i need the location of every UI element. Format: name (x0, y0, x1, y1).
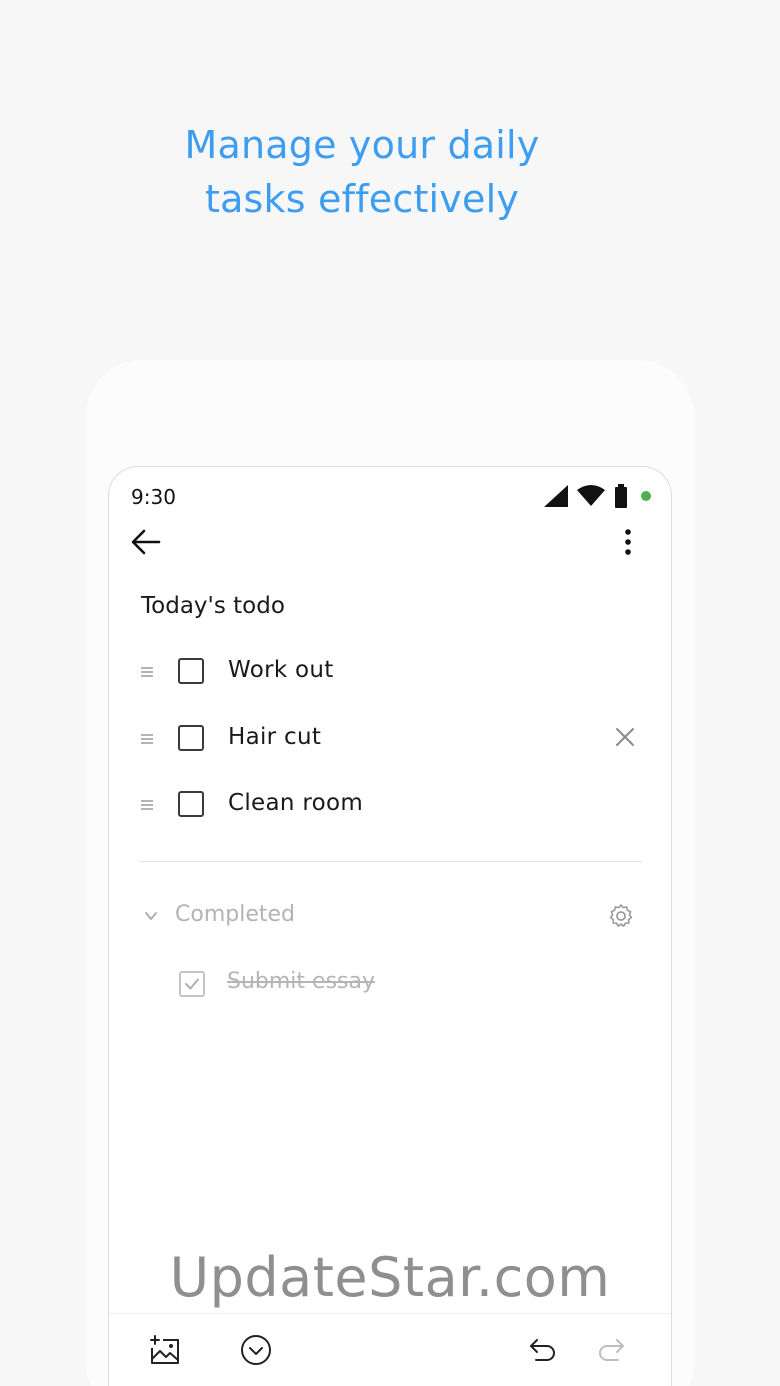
note-title[interactable]: Today's todo (141, 593, 285, 619)
divider (140, 861, 642, 862)
todo-checkbox[interactable] (178, 791, 204, 817)
completed-section-header[interactable]: Completed (109, 897, 671, 937)
checklist-circle-icon (241, 1335, 271, 1365)
more-vertical-icon (624, 529, 632, 559)
drag-handle-icon[interactable] (140, 664, 154, 678)
todo-label[interactable]: Clean room (228, 790, 363, 816)
completed-checkbox[interactable] (179, 971, 205, 997)
checklist-button[interactable] (238, 1332, 274, 1368)
todo-checkbox[interactable] (178, 725, 204, 751)
status-bar: 9:30 (109, 467, 671, 525)
more-options-button[interactable] (611, 527, 645, 561)
add-image-icon (150, 1335, 179, 1364)
undo-icon (530, 1339, 555, 1361)
gear-icon (609, 904, 633, 927)
todo-item[interactable]: Clean room (109, 777, 671, 833)
green-dot (641, 491, 651, 501)
headline-line-2: tasks effectively (204, 177, 520, 221)
undo-button[interactable] (525, 1332, 561, 1368)
wifi-icon (577, 485, 605, 507)
todo-label[interactable]: Work out (228, 657, 334, 683)
arrow-left-icon (131, 529, 161, 559)
watermark: UpdateStar.com (169, 1246, 611, 1309)
headline-line-1: Manage your daily (184, 123, 540, 167)
drag-handle-icon[interactable] (140, 797, 154, 811)
promo-headline: Manage your daily tasks effectively (0, 118, 724, 226)
add-image-button[interactable] (147, 1332, 183, 1368)
completed-item[interactable]: Submit essay (109, 963, 671, 1007)
delete-item-button[interactable] (613, 725, 637, 749)
todo-label[interactable]: Hair cut (228, 724, 321, 750)
todo-checkbox[interactable] (178, 658, 204, 684)
redo-button[interactable] (593, 1332, 629, 1368)
app-bar (109, 525, 671, 565)
drag-handle-icon[interactable] (140, 731, 154, 745)
completed-item-label[interactable]: Submit essay (227, 969, 375, 994)
status-icons (544, 484, 651, 508)
todo-item[interactable]: Work out (109, 644, 671, 700)
completed-settings-button[interactable] (607, 902, 635, 930)
close-icon (616, 728, 634, 746)
battery-icon (614, 484, 628, 508)
check-icon (185, 978, 199, 990)
signal-icon (544, 485, 568, 507)
bottom-toolbar (109, 1313, 671, 1386)
status-time: 9:30 (131, 485, 176, 509)
back-button[interactable] (129, 527, 163, 561)
chevron-down-icon[interactable] (143, 908, 159, 924)
completed-label: Completed (175, 902, 295, 927)
todo-item[interactable]: Hair cut (109, 711, 671, 767)
redo-icon (599, 1339, 624, 1361)
